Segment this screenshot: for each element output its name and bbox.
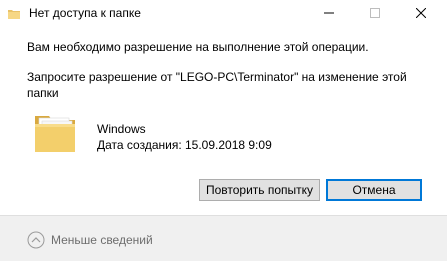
folder-icon bbox=[35, 116, 75, 152]
footer: Меньше сведений bbox=[0, 215, 447, 261]
minimize-icon bbox=[324, 12, 334, 14]
window-title: Нет доступа к папке bbox=[29, 6, 141, 20]
close-icon bbox=[416, 8, 426, 18]
request-permission-message: Запросите разрешение от "LEGO-PC\Termina… bbox=[27, 70, 407, 100]
cancel-button[interactable]: Отмена bbox=[326, 179, 422, 201]
close-button[interactable] bbox=[398, 0, 444, 27]
chevron-up-icon[interactable] bbox=[27, 231, 45, 249]
maximize-button[interactable] bbox=[352, 0, 398, 27]
item-name: Windows bbox=[97, 122, 146, 136]
dialog-window: Нет доступа к папке Вам необходимо разре… bbox=[0, 0, 447, 261]
permission-message: Вам необходимо разрешение на выполнение … bbox=[27, 40, 369, 54]
folder-icon bbox=[8, 10, 20, 19]
minimize-button[interactable] bbox=[306, 0, 352, 27]
title-bar[interactable]: Нет доступа к папке bbox=[0, 0, 447, 27]
retry-button[interactable]: Повторить попытку bbox=[199, 179, 320, 201]
less-details-toggle[interactable]: Меньше сведений bbox=[51, 233, 153, 247]
item-date-created: Дата создания: 15.09.2018 9:09 bbox=[97, 138, 272, 152]
maximize-icon bbox=[370, 8, 380, 18]
